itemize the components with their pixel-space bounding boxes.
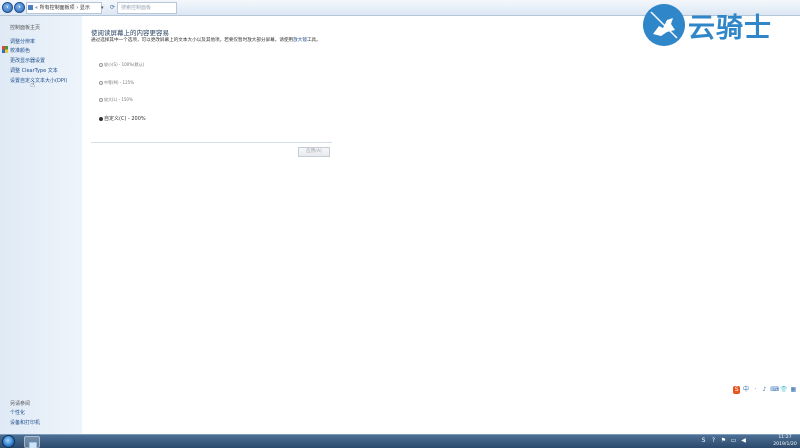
clock[interactable]: 11:27 2019/1/20: [770, 435, 800, 448]
clock-date: 2019/1/20: [773, 441, 797, 447]
ime-voice-icon[interactable]: ♪: [761, 386, 768, 394]
start-button[interactable]: [2, 435, 15, 448]
page-description: 通过选择其中一个选项，可以更改屏幕上的文本大小以及其他项。若要仅暂时放大部分屏幕…: [91, 37, 331, 44]
forward-button[interactable]: ›: [14, 2, 25, 13]
breadcrumb-dropdown-icon[interactable]: ▾: [101, 2, 109, 14]
ime-toolbar: S 中 · ♪ ⌨ 👕 ▦: [733, 384, 797, 396]
option-smaller[interactable]: 较小(S) - 100%(默认): [99, 62, 144, 68]
option-larger[interactable]: 较大(L) - 150%: [99, 97, 133, 103]
knight-logo-icon: [643, 4, 685, 46]
sidebar-item-calibrate[interactable]: 校准颜色: [10, 47, 30, 54]
radio-icon[interactable]: [99, 63, 103, 67]
option-label: 较小(S) - 100%(默认): [104, 62, 145, 67]
sidebar-home-link[interactable]: 控制面板主页: [10, 24, 40, 31]
mouse-cursor-icon: ☝: [30, 80, 35, 89]
radio-selected-icon[interactable]: [99, 116, 103, 121]
option-custom[interactable]: 自定义(C) - 200%: [99, 115, 146, 122]
ime-skin-icon[interactable]: 👕: [780, 386, 787, 394]
breadcrumb-text: « 所有控制面板项 › 显示: [35, 5, 90, 11]
ime-keyboard-icon[interactable]: ⌨: [770, 386, 779, 394]
refresh-icon[interactable]: ⟳: [110, 2, 116, 14]
see-also-heading: 另请参阅: [10, 401, 31, 407]
back-button[interactable]: ‹: [2, 2, 13, 13]
breadcrumb[interactable]: « 所有控制面板项 › 显示: [26, 2, 102, 14]
folder-icon: [28, 5, 33, 10]
sidebar-item-display-settings[interactable]: 更改显示器设置: [10, 57, 45, 64]
sidebar-item-custom-dpi[interactable]: 设置自定义文本大小(DPI): [10, 77, 67, 84]
system-tray: S ? ⚑ ▭ ◀: [700, 437, 747, 445]
sidebar-item-cleartype[interactable]: 调整 ClearType 文本: [10, 67, 58, 74]
see-also-personalization[interactable]: 个性化: [10, 409, 25, 416]
left-pane: 控制面板主页 调整分辨率 校准颜色 更改显示器设置 调整 ClearType 文…: [0, 16, 82, 434]
search-input[interactable]: 搜索控制面板: [117, 2, 177, 14]
ime-punctuation-icon[interactable]: ·: [752, 386, 759, 394]
divider: [91, 142, 332, 143]
apply-button[interactable]: 应用(A): [298, 147, 330, 157]
taskbar-control-panel[interactable]: [24, 436, 40, 448]
ime-toolbox-icon[interactable]: ▦: [790, 386, 797, 394]
tray-sogou-icon[interactable]: S: [700, 437, 707, 445]
taskbar: S ? ⚑ ▭ ◀ 11:27 2019/1/20: [0, 434, 800, 448]
option-label: 中等(M) - 125%: [104, 80, 134, 85]
watermark-text: 云骑士: [688, 13, 772, 44]
radio-icon[interactable]: [99, 98, 103, 102]
sogou-logo-icon[interactable]: S: [733, 386, 741, 394]
control-panel-icon: [28, 441, 38, 448]
see-also-devices-printers[interactable]: 设备和打印机: [10, 419, 40, 426]
shield-icon: [2, 46, 8, 53]
radio-icon[interactable]: [99, 81, 103, 85]
tray-help-icon[interactable]: ?: [710, 437, 717, 445]
page-title: 使阅读屏幕上的内容更容易: [91, 29, 169, 37]
magnifier-link[interactable]: 放大镜: [293, 38, 307, 43]
description-text: 通过选择其中一个选项，可以更改屏幕上的文本大小以及其他项。若要仅暂时放大部分屏幕…: [91, 38, 294, 43]
option-medium[interactable]: 中等(M) - 125%: [99, 80, 134, 86]
tray-flag-icon[interactable]: ⚑: [720, 437, 727, 445]
ime-mode-toggle[interactable]: 中: [742, 386, 749, 394]
option-label: 较大(L) - 150%: [104, 97, 133, 102]
watermark: 云骑士: [643, 4, 793, 46]
option-label: 自定义(C) - 200%: [104, 116, 146, 122]
tray-network-icon[interactable]: ▭: [730, 437, 737, 445]
description-suffix: 工具。: [306, 38, 321, 43]
main-content: 使阅读屏幕上的内容更容易 通过选择其中一个选项，可以更改屏幕上的文本大小以及其他…: [82, 16, 800, 434]
tray-volume-icon[interactable]: ◀: [740, 437, 747, 445]
sidebar-item-resolution[interactable]: 调整分辨率: [10, 38, 35, 45]
